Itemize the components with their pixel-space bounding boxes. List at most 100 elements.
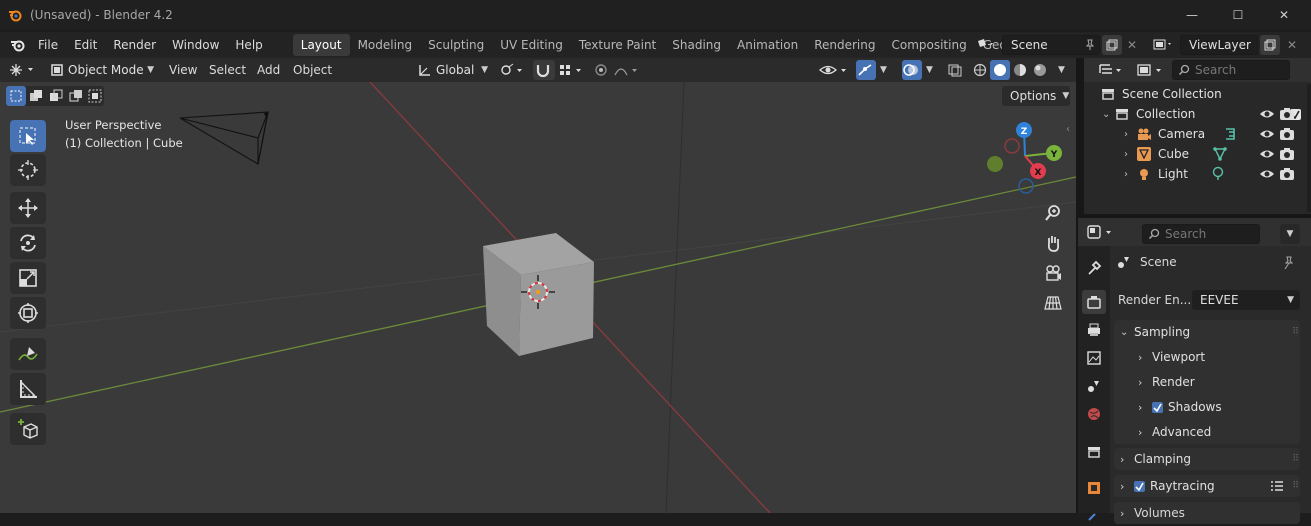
- menu-view[interactable]: View: [169, 58, 197, 82]
- properties-options-dropdown[interactable]: ▼: [1280, 224, 1300, 244]
- display-mode-dropdown[interactable]: [1136, 60, 1170, 80]
- menu-help[interactable]: Help: [227, 32, 270, 58]
- new-view-layer-icon[interactable]: [1260, 35, 1280, 55]
- clamping-panel-header[interactable]: › Clamping ⠿: [1114, 448, 1299, 470]
- tab-output[interactable]: [1082, 318, 1106, 342]
- tab-rendering[interactable]: Rendering: [806, 34, 883, 56]
- annotate-tool[interactable]: [10, 338, 46, 370]
- tab-animation[interactable]: Animation: [729, 34, 806, 56]
- eye-icon[interactable]: [1259, 106, 1275, 122]
- delete-scene-icon[interactable]: ✕: [1124, 35, 1140, 55]
- raytracing-checkbox[interactable]: [1134, 480, 1145, 492]
- raytracing-panel-header[interactable]: › Raytracing ⠿: [1114, 475, 1299, 497]
- measure-tool[interactable]: [10, 373, 46, 405]
- properties-editor-type-dropdown[interactable]: [1086, 222, 1120, 242]
- tab-world[interactable]: [1082, 402, 1106, 426]
- viewport-subpanel[interactable]: › Viewport: [1114, 346, 1299, 368]
- snap-toggle[interactable]: [533, 60, 555, 80]
- select-box-tool[interactable]: [10, 120, 46, 152]
- outliner-scrollbar[interactable]: [1307, 84, 1311, 212]
- menu-window[interactable]: Window: [164, 32, 227, 58]
- view-layer-name-field[interactable]: ViewLayer: [1180, 35, 1258, 55]
- render-camera-icon[interactable]: [1279, 146, 1295, 162]
- menu-select[interactable]: Select: [209, 58, 246, 82]
- drag-handle-icon[interactable]: ⠿: [1292, 327, 1299, 337]
- visibility-dropdown[interactable]: [818, 60, 852, 80]
- new-scene-icon[interactable]: [1102, 35, 1122, 55]
- tab-render[interactable]: [1082, 290, 1106, 314]
- select-subtract-button[interactable]: [46, 89, 66, 103]
- render-subpanel[interactable]: › Render: [1114, 371, 1299, 393]
- tab-shading[interactable]: Shading: [664, 34, 729, 56]
- tab-sculpting[interactable]: Sculpting: [420, 34, 492, 56]
- perspective-toggle-button[interactable]: [1040, 290, 1066, 316]
- scale-tool[interactable]: [10, 262, 46, 294]
- tab-collection[interactable]: [1082, 440, 1106, 464]
- menu-object[interactable]: Object: [293, 58, 332, 82]
- shading-dropdown[interactable]: ▼: [1054, 60, 1072, 80]
- options-dropdown[interactable]: Options ▼: [1002, 86, 1070, 106]
- tab-uv-editing[interactable]: UV Editing: [492, 34, 571, 56]
- menu-add[interactable]: Add: [257, 58, 280, 82]
- 3d-viewport[interactable]: User Perspective (1) Collection | Cube O…: [0, 82, 1076, 513]
- select-extend-button[interactable]: [26, 89, 46, 103]
- menu-render[interactable]: Render: [105, 32, 164, 58]
- proportional-editing-toggle[interactable]: [591, 60, 613, 80]
- drag-handle-icon[interactable]: ⠿: [1292, 454, 1299, 464]
- tab-modeling[interactable]: Modeling: [350, 34, 421, 56]
- tab-object[interactable]: [1082, 476, 1106, 500]
- select-invert-button[interactable]: [66, 89, 86, 103]
- editor-type-dropdown[interactable]: [6, 60, 42, 80]
- shadows-checkbox[interactable]: [1152, 401, 1163, 413]
- navigation-gizmo[interactable]: Z Y X: [980, 118, 1072, 198]
- sidebar-toggle-icon[interactable]: ‹: [1066, 124, 1070, 135]
- eye-icon[interactable]: [1259, 126, 1275, 142]
- transform-orientation-dropdown[interactable]: Global ▼: [414, 60, 492, 80]
- render-camera-icon[interactable]: [1279, 126, 1295, 142]
- material-shading-button[interactable]: [1010, 63, 1030, 77]
- mesh-data-icon[interactable]: [1212, 146, 1228, 162]
- tab-texture-paint[interactable]: Texture Paint: [571, 34, 664, 56]
- menu-file[interactable]: File: [30, 32, 66, 58]
- rotate-tool[interactable]: [10, 227, 46, 259]
- advanced-subpanel[interactable]: › Advanced: [1114, 421, 1299, 443]
- tab-modifiers[interactable]: [1082, 502, 1106, 526]
- rendered-shading-button[interactable]: [1030, 63, 1050, 77]
- volumes-panel[interactable]: › Volumes: [1114, 502, 1300, 524]
- maximize-button[interactable]: ☐: [1215, 0, 1261, 30]
- tab-tool[interactable]: [1082, 256, 1106, 280]
- menu-edit[interactable]: Edit: [66, 32, 105, 58]
- wireframe-shading-button[interactable]: [970, 63, 990, 77]
- tab-scene[interactable]: [1082, 374, 1106, 398]
- drag-handle-icon[interactable]: ⠿: [1292, 481, 1299, 491]
- delete-view-layer-icon[interactable]: ✕: [1284, 35, 1300, 55]
- add-cube-tool[interactable]: [10, 413, 46, 445]
- cursor-tool[interactable]: [10, 154, 46, 186]
- expand-arrow-icon[interactable]: ›: [1124, 129, 1136, 140]
- minimize-button[interactable]: —: [1169, 0, 1215, 30]
- snap-target-dropdown[interactable]: [556, 60, 588, 80]
- mode-dropdown[interactable]: Object Mode ▼: [46, 60, 158, 80]
- render-camera-icon[interactable]: [1279, 166, 1295, 182]
- render-engine-dropdown[interactable]: EEVEE ▼: [1192, 290, 1300, 310]
- expand-arrow-icon[interactable]: ›: [1124, 149, 1136, 160]
- expand-arrow-icon[interactable]: ›: [1124, 169, 1136, 180]
- zoom-button[interactable]: [1040, 200, 1066, 226]
- select-intersect-button[interactable]: [86, 89, 104, 103]
- shadows-subpanel[interactable]: › Shadows: [1114, 396, 1299, 418]
- overlays-toggle[interactable]: [902, 60, 922, 80]
- pan-button[interactable]: [1040, 230, 1066, 256]
- presets-list-icon[interactable]: [1270, 480, 1284, 492]
- move-tool[interactable]: [10, 192, 46, 224]
- xray-toggle[interactable]: [946, 60, 966, 80]
- scene-selector-icon[interactable]: [972, 35, 1000, 55]
- transform-tool[interactable]: [10, 297, 46, 329]
- pivot-point-dropdown[interactable]: [497, 60, 529, 80]
- eye-icon[interactable]: [1259, 146, 1275, 162]
- gizmo-toggle[interactable]: [856, 60, 876, 80]
- tab-view-layer[interactable]: [1082, 346, 1106, 370]
- render-camera-icon[interactable]: [1279, 106, 1295, 122]
- view-layer-selector-icon[interactable]: [1150, 35, 1178, 55]
- gizmo-dropdown[interactable]: ▼: [876, 60, 894, 80]
- tab-compositing[interactable]: Compositing: [883, 34, 974, 56]
